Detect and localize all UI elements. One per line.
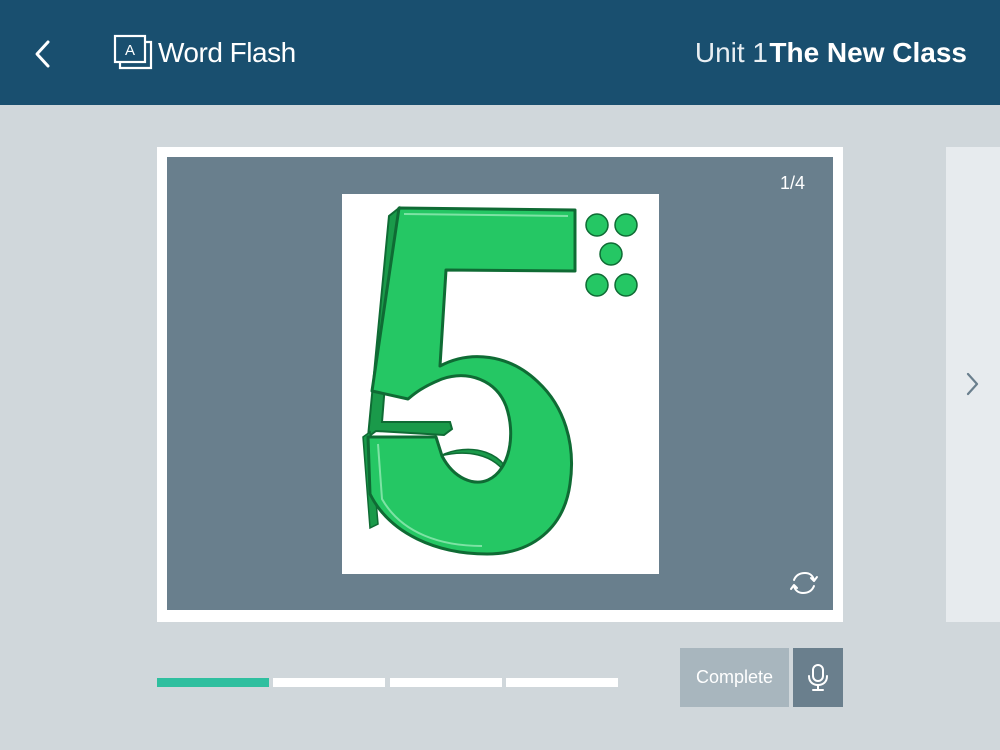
chevron-right-icon <box>966 372 979 396</box>
flashcard-icon: A <box>112 34 154 72</box>
progress-segment-1 <box>157 678 269 687</box>
lesson-title: The New Class <box>769 37 967 68</box>
progress-segment-3 <box>390 678 502 687</box>
progress-segment-2 <box>273 678 385 687</box>
app-title: Word Flash <box>158 37 296 68</box>
record-button[interactable] <box>793 648 843 707</box>
progress-bar <box>157 678 619 688</box>
page-counter: 1/4 <box>779 173 805 193</box>
microphone-icon <box>808 664 828 691</box>
back-button[interactable] <box>26 34 62 74</box>
flashcard-face: 1/4 <box>167 157 833 610</box>
number-five-image <box>342 194 659 574</box>
app-icon-letter: A <box>125 42 135 59</box>
refresh-icon <box>790 571 818 595</box>
next-card-button[interactable] <box>946 147 1000 622</box>
chevron-left-icon <box>35 40 50 68</box>
unit-label: Unit 1 <box>694 37 768 68</box>
top-bar: A Word Flash Unit 1 The New Class <box>0 0 1000 105</box>
flashcard[interactable]: 1/4 <box>157 147 843 622</box>
flip-card-button[interactable] <box>789 568 819 598</box>
progress-segment-4 <box>506 678 618 687</box>
complete-button[interactable]: Complete <box>680 648 789 707</box>
